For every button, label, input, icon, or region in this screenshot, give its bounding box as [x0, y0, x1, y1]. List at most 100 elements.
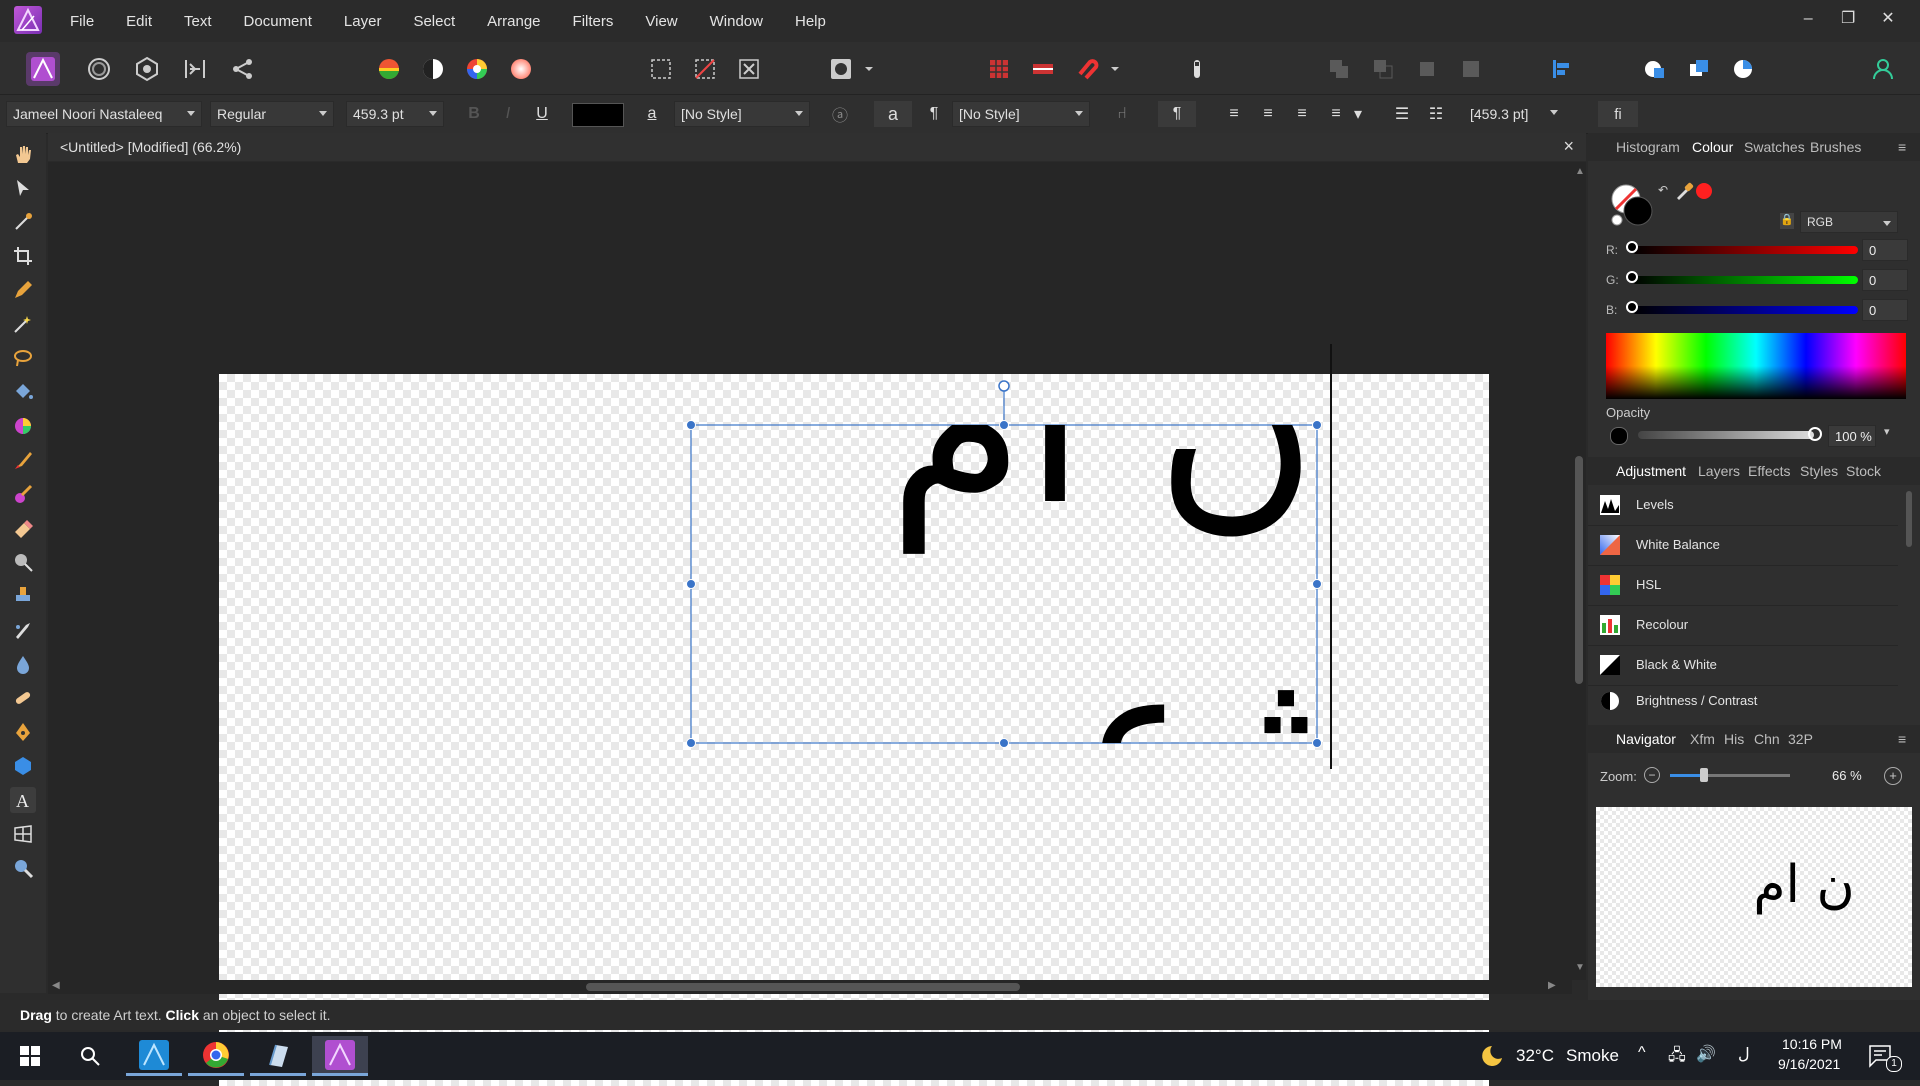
canvas-area[interactable]: ن ام ژع [48, 162, 1572, 1086]
leading-select[interactable]: [459.3 pt] [1464, 101, 1564, 127]
menu-filters[interactable]: Filters [573, 13, 614, 30]
volume-icon[interactable]: 🔊 [1696, 1044, 1716, 1064]
taskbar-affinity-publisher-icon[interactable] [126, 1036, 182, 1076]
font-family-select[interactable]: Jameel Noori Nastaleeq [6, 101, 202, 127]
tab-styles[interactable]: Styles [1800, 463, 1838, 479]
underline-button[interactable]: U [528, 101, 556, 127]
adjustment-item-white-balance[interactable]: White Balance [1588, 525, 1898, 566]
menu-edit[interactable]: Edit [126, 13, 152, 30]
user-account-icon[interactable] [1866, 52, 1900, 86]
tab-transform[interactable]: Xfm [1690, 731, 1715, 747]
tone-icon[interactable] [504, 52, 538, 86]
paragraph-style-icon[interactable]: ¶ [920, 101, 948, 127]
bullet-list-icon[interactable]: ☰ [1388, 101, 1416, 127]
menu-arrange[interactable]: Arrange [487, 13, 540, 30]
export-persona-icon[interactable] [130, 52, 164, 86]
clock-date[interactable]: 9/16/2021 [1778, 1056, 1840, 1072]
windows-start-icon[interactable] [2, 1036, 58, 1076]
levels-adjust-icon[interactable] [372, 52, 406, 86]
r-value[interactable]: 0 [1862, 239, 1908, 261]
restore-icon[interactable]: ❐ [1830, 8, 1866, 28]
boolean-divide-icon[interactable] [1454, 52, 1488, 86]
tab-history[interactable]: His [1724, 731, 1744, 747]
taskbar-file-icon[interactable] [250, 1036, 306, 1076]
adjustment-scroll-thumb[interactable] [1906, 491, 1912, 547]
horizontal-scrollbar[interactable]: ◀ ▶ [48, 980, 1572, 994]
blur-tool-icon[interactable] [10, 651, 36, 677]
boolean-add-icon[interactable] [1322, 52, 1356, 86]
artistic-text-tool-icon[interactable]: A [10, 787, 36, 813]
g-slider[interactable] [1632, 276, 1858, 284]
text-fill-swatch[interactable] [572, 103, 624, 127]
opacity-value[interactable]: 100 % [1828, 425, 1876, 447]
horizontal-scroll-thumb[interactable] [586, 983, 1020, 991]
align-icon[interactable] [1544, 52, 1578, 86]
lock-icon[interactable]: 🔒 [1780, 213, 1794, 229]
b-value[interactable]: 0 [1862, 299, 1908, 321]
numbered-list-icon[interactable]: ☷ [1422, 101, 1450, 127]
close-document-icon[interactable]: × [1563, 136, 1574, 157]
para-format-toggle[interactable]: ¶ [1158, 101, 1196, 127]
eyedropper-icon[interactable] [1674, 181, 1694, 204]
zoom-in-icon[interactable]: + [1884, 767, 1902, 785]
menu-file[interactable]: File [70, 13, 94, 30]
menu-layer[interactable]: Layer [344, 13, 382, 30]
weather-moon-icon[interactable] [1478, 1044, 1504, 1071]
zoom-value[interactable]: 66 % [1826, 765, 1878, 787]
tab-colour[interactable]: Colour [1692, 139, 1733, 155]
scroll-left-icon[interactable]: ◀ [52, 980, 60, 991]
grid-icon[interactable] [982, 52, 1016, 86]
boolean-subtract-icon[interactable] [1366, 52, 1400, 86]
tab-stock[interactable]: Stock [1846, 463, 1881, 479]
character-style-select[interactable]: [No Style] [674, 101, 810, 127]
swap-colours-icon[interactable]: ↶ [1658, 183, 1668, 197]
paint-brush-icon[interactable] [10, 447, 36, 473]
fill-tool-icon[interactable] [10, 379, 36, 405]
zoom-out-icon[interactable]: − [1644, 767, 1660, 783]
menu-help[interactable]: Help [795, 13, 826, 30]
marquee-select-icon[interactable] [644, 52, 678, 86]
bold-button[interactable]: B [460, 101, 488, 127]
taskbar-chrome-icon[interactable] [188, 1036, 244, 1076]
colour-wheel-icon[interactable] [460, 52, 494, 86]
healing-brush-icon[interactable] [10, 685, 36, 711]
pen-tool-icon[interactable] [10, 719, 36, 745]
magic-wand-icon[interactable] [10, 311, 36, 337]
g-value[interactable]: 0 [1862, 269, 1908, 291]
picked-colour-swatch[interactable] [1696, 183, 1712, 199]
zoom-tool-icon[interactable] [10, 855, 36, 881]
adjustment-item-hsl[interactable]: HSL [1588, 565, 1898, 606]
scroll-up-icon[interactable]: ▲ [1575, 166, 1585, 177]
italic-button[interactable]: I [494, 101, 522, 127]
menu-select[interactable]: Select [413, 13, 455, 30]
rotate-handle[interactable] [998, 380, 1010, 392]
move-to-back-icon[interactable] [1638, 52, 1672, 86]
search-icon[interactable] [62, 1036, 118, 1076]
typography-button[interactable]: fi [1598, 101, 1638, 127]
guides-icon[interactable] [1026, 52, 1060, 86]
lock-children-icon[interactable] [1180, 52, 1214, 86]
scroll-down-icon[interactable]: ▼ [1575, 962, 1585, 973]
snapping-magnet-icon[interactable] [1070, 52, 1104, 86]
g-slider-handle[interactable] [1626, 271, 1638, 283]
crop-tool-icon[interactable] [10, 243, 36, 269]
zoom-slider-handle[interactable] [1700, 768, 1708, 782]
tab-channels[interactable]: Chn [1754, 731, 1780, 747]
b-slider[interactable] [1632, 306, 1858, 314]
shape-tool-icon[interactable] [10, 753, 36, 779]
tab-adjustment[interactable]: Adjustment [1616, 463, 1686, 479]
align-left-icon[interactable]: ≡ [1220, 101, 1248, 127]
art-text[interactable]: ن ام ژع [691, 425, 1317, 743]
colour-model-select[interactable]: RGB [1800, 211, 1898, 233]
font-size-select[interactable]: 459.3 pt [346, 101, 444, 127]
colour-spectrum[interactable] [1606, 333, 1906, 399]
chevron-down-icon[interactable]: ▾ [1884, 425, 1890, 438]
adjustment-item-levels[interactable]: Levels [1588, 485, 1898, 526]
designer-persona-icon[interactable] [26, 52, 60, 86]
share-icon[interactable] [226, 52, 260, 86]
network-icon[interactable]: 🖧 [1668, 1044, 1686, 1071]
clear-para-format-icon[interactable]: ⑁ [1108, 101, 1136, 127]
colour-replace-brush-icon[interactable] [10, 481, 36, 507]
font-style-select[interactable]: Regular [210, 101, 334, 127]
pencil-tool-icon[interactable] [10, 277, 36, 303]
